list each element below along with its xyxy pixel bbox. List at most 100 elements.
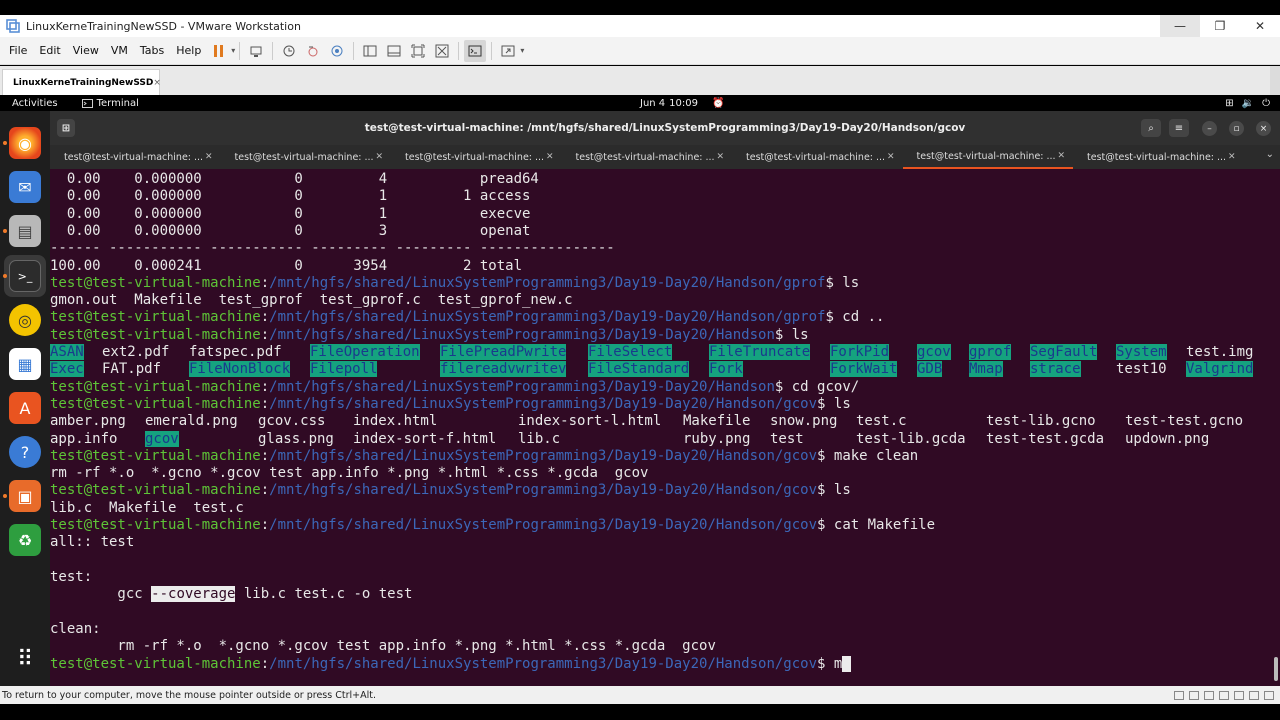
impress-icon[interactable]: ▣ <box>9 480 41 512</box>
prompt-user: test@test-virtual-machine <box>50 309 261 326</box>
network-adapter-icon[interactable] <box>1204 690 1214 700</box>
terminal-output[interactable]: 0.00 0.000000 0 4 pread64 0.00 0.000000 … <box>50 169 1272 686</box>
snapshot-icon[interactable] <box>278 40 300 62</box>
maximize-button[interactable]: ❐ <box>1200 15 1240 37</box>
menu-file[interactable]: File <box>3 44 33 57</box>
hard-disk-icon[interactable] <box>1174 690 1184 700</box>
ls-entry: test-lib.gcno <box>986 413 1096 430</box>
usb-icon[interactable] <box>1219 690 1229 700</box>
cd-drive-icon[interactable] <box>1189 690 1199 700</box>
files-icon[interactable]: ▤ <box>9 215 41 247</box>
running-indicator <box>3 141 7 145</box>
firefox-icon[interactable]: ◉ <box>9 127 41 159</box>
ls-entry: ext2.pdf <box>102 344 170 360</box>
tab-strip-scrollbar[interactable] <box>1270 66 1280 95</box>
unity-mode-icon[interactable] <box>431 40 453 62</box>
show-library-icon[interactable] <box>359 40 381 62</box>
show-apps-icon[interactable]: ⠿ <box>9 643 41 675</box>
terminal-tab[interactable]: test@test-virtual-machine: ... ✕ <box>221 145 392 169</box>
thunderbird-icon[interactable]: ✉ <box>9 171 41 203</box>
close-tab-icon[interactable]: ✕ <box>375 152 383 162</box>
activities-button[interactable]: Activities <box>12 98 58 109</box>
power-dropdown-icon[interactable]: ▾ <box>231 46 235 55</box>
full-screen-icon[interactable] <box>407 40 429 62</box>
close-window-button[interactable]: ✕ <box>1240 15 1280 37</box>
search-icon[interactable]: ⌕ <box>1141 119 1161 137</box>
hamburger-menu-icon[interactable]: ≡ <box>1169 119 1189 137</box>
tab-overflow-icon[interactable]: ⌄ <box>1266 149 1274 160</box>
strace-row: 0.00 0.000000 0 1 1 access <box>50 188 531 205</box>
makefile-line: gcc --coverage lib.c test.c -o test <box>50 586 413 603</box>
rhythmbox-icon[interactable]: ◎ <box>9 304 41 336</box>
close-tab-icon[interactable]: ✕ <box>205 152 213 162</box>
menu-help[interactable]: Help <box>170 44 207 57</box>
volume-icon: 🔉 <box>1241 97 1255 109</box>
stretch-dropdown-icon[interactable]: ▾ <box>520 46 524 55</box>
terminal-icon[interactable]: >_ <box>9 260 41 292</box>
scrollbar-thumb[interactable] <box>1274 657 1278 681</box>
sound-icon[interactable] <box>1234 690 1244 700</box>
terminal-tab-label: test@test-virtual-machine: ... <box>575 151 715 163</box>
messages-icon[interactable] <box>1264 690 1274 700</box>
send-ctrl-alt-del-icon[interactable] <box>245 40 267 62</box>
ls-entry: ruby.png <box>683 430 751 447</box>
ls-entry: FAT.pdf <box>102 361 162 378</box>
terminal-tab[interactable]: test@test-virtual-machine: ... ✕ <box>732 145 903 169</box>
command: $ <box>817 655 834 672</box>
close-tab-icon[interactable]: ✕ <box>1228 152 1236 162</box>
close-tab-icon[interactable]: ✕ <box>1057 151 1065 161</box>
snapshot-manager-icon[interactable] <box>326 40 348 62</box>
close-tab-icon[interactable]: ✕ <box>546 152 554 162</box>
pause-icon[interactable] <box>208 40 230 62</box>
clock[interactable]: Jun 4 10:09 ⏰ <box>640 98 724 109</box>
revert-snapshot-icon[interactable] <box>302 40 324 62</box>
terminal-tab[interactable]: test@test-virtual-machine: ... ✕ <box>562 145 733 169</box>
menu-view[interactable]: View <box>67 44 105 57</box>
terminal-tab[interactable]: test@test-virtual-machine: ... ✕ <box>391 145 562 169</box>
app-menu[interactable]: Terminal <box>81 98 139 109</box>
menu-edit[interactable]: Edit <box>33 44 66 57</box>
trash-icon[interactable]: ♻ <box>9 524 41 556</box>
writer-icon[interactable]: ▦ <box>9 348 41 380</box>
prompt-user: test@test-virtual-machine <box>50 378 261 395</box>
clock-date: Jun 4 <box>640 97 666 109</box>
terminal-tab[interactable]: test@test-virtual-machine: ... ✕ <box>1073 145 1244 169</box>
ls-entry-dir: gcov <box>145 430 179 447</box>
terminal-tab-active[interactable]: test@test-virtual-machine: ... ✕ <box>902 145 1073 169</box>
thumbnail-bar-icon[interactable] <box>383 40 405 62</box>
terminal-tab[interactable]: test@test-virtual-machine: ... ✕ <box>50 145 221 169</box>
prompt-line-current[interactable]: test@test-virtual-machine:/mnt/hgfs/shar… <box>50 655 851 673</box>
ubuntu-top-bar: Activities Terminal Jun 4 10:09 ⏰ ⊞ 🔉 ⏻ <box>0 95 1280 111</box>
close-tab-icon[interactable]: × <box>153 78 161 88</box>
command: $ make clean <box>817 447 919 464</box>
prompt-path: /mnt/hgfs/shared/LinuxSystemProgramming3… <box>269 274 826 291</box>
ls-entry: test <box>770 430 804 447</box>
prompt-path: /mnt/hgfs/shared/LinuxSystemProgramming3… <box>269 378 775 395</box>
vm-tab[interactable]: LinuxKerneTrainingNewSSD × <box>2 69 161 95</box>
ubuntu-dock: ◉ ✉ ▤ >_ ◎ ▦ A ? ▣ ♻ ⠿ <box>0 111 50 686</box>
minimize-button[interactable]: — <box>1160 15 1200 37</box>
terminal-tab-label: test@test-virtual-machine: ... <box>916 150 1056 162</box>
minimize-terminal-icon[interactable]: – <box>1202 121 1217 136</box>
prompt-line: test@test-virtual-machine:/mnt/hgfs/shar… <box>50 378 860 395</box>
software-center-icon[interactable]: A <box>9 392 41 424</box>
ls-entry: gcov.css <box>258 413 326 430</box>
display-icon[interactable] <box>1249 690 1259 700</box>
close-terminal-icon[interactable]: × <box>1256 121 1271 136</box>
stretch-guest-icon[interactable] <box>497 40 519 62</box>
prompt-path: /mnt/hgfs/shared/LinuxSystemProgramming3… <box>269 326 775 343</box>
ls-entry-dir: gprof <box>969 344 1012 360</box>
close-tab-icon[interactable]: ✕ <box>887 152 895 162</box>
help-icon[interactable]: ? <box>9 436 41 468</box>
menu-tabs[interactable]: Tabs <box>134 44 170 57</box>
menu-vm[interactable]: VM <box>105 44 134 57</box>
console-view-icon[interactable] <box>464 39 487 62</box>
terminal-scrollbar[interactable] <box>1272 169 1280 686</box>
command: $ cat Makefile <box>817 517 936 533</box>
close-tab-icon[interactable]: ✕ <box>716 152 724 162</box>
system-menu[interactable]: ⊞ 🔉 ⏻ <box>1225 98 1270 109</box>
ls-entry-dir: ASAN <box>50 344 84 360</box>
maximize-terminal-icon[interactable]: ▫ <box>1229 121 1244 136</box>
prompt-line: test@test-virtual-machine:/mnt/hgfs/shar… <box>50 274 860 291</box>
strace-row: 0.00 0.000000 0 3 openat <box>50 222 531 239</box>
